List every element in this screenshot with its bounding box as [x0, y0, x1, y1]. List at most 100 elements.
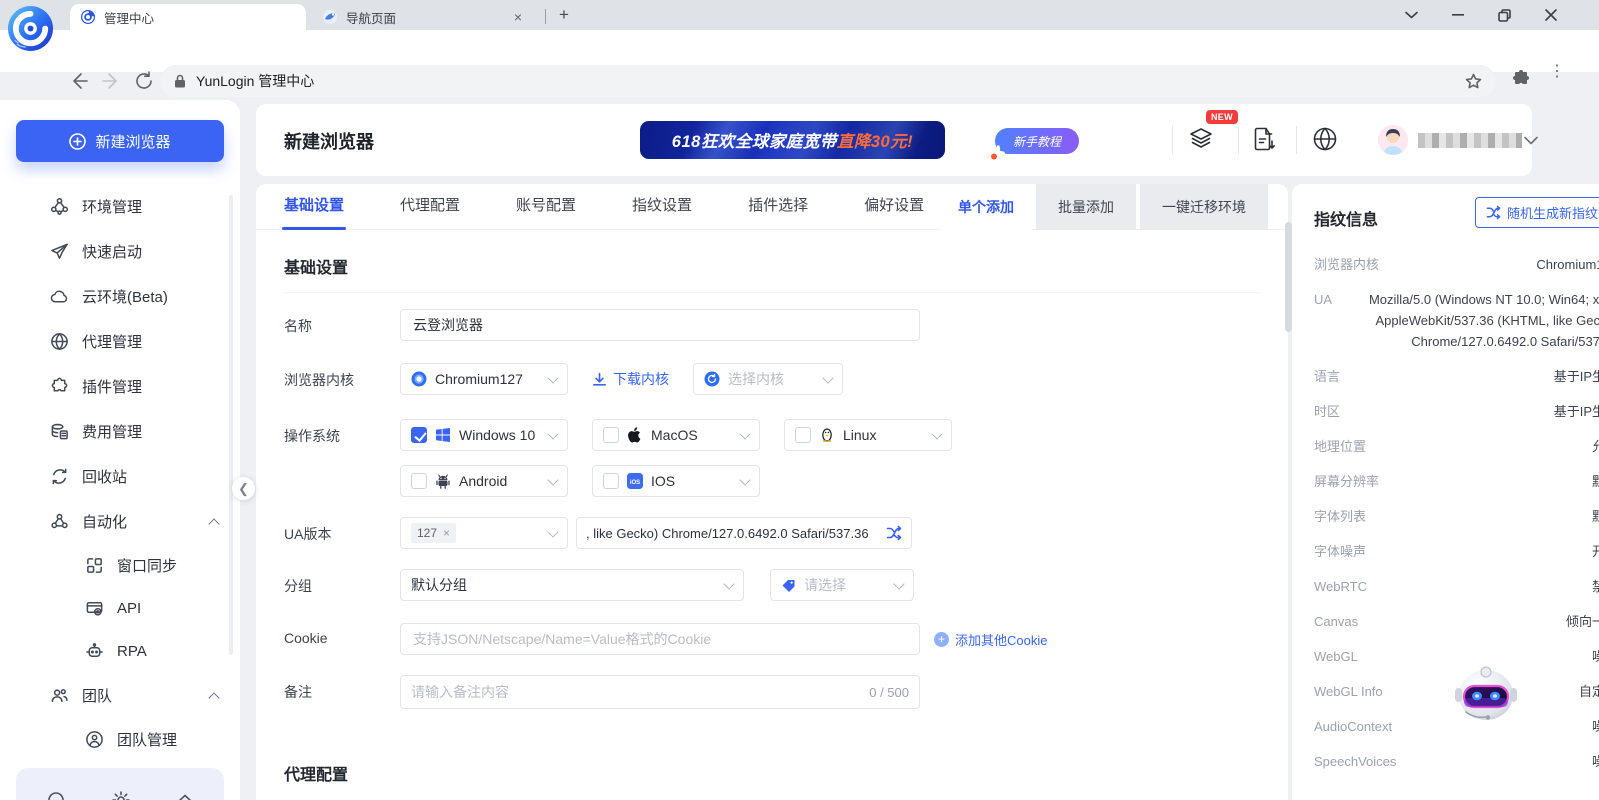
- chevron-down-icon: [822, 372, 833, 383]
- chevron-down-icon: [893, 578, 904, 589]
- ua-string-field[interactable]: , like Gecko) Chrome/127.0.6492.0 Safari…: [576, 517, 912, 549]
- sidebar-collapse-handle[interactable]: ❮: [232, 477, 255, 500]
- restore-button[interactable]: [1481, 0, 1527, 30]
- name-input[interactable]: [400, 309, 920, 341]
- checkbox[interactable]: [603, 473, 619, 489]
- sidebar-item-environment[interactable]: 环境管理: [0, 184, 240, 229]
- batch-add-button[interactable]: 批量添加: [1036, 184, 1136, 230]
- browser-tab-inactive[interactable]: 导航页面 ×: [312, 4, 536, 30]
- cookie-input[interactable]: [400, 623, 920, 655]
- chevron-down-icon: [547, 428, 558, 439]
- minimize-button[interactable]: [1435, 0, 1481, 30]
- sidebar-scrollbar[interactable]: [229, 195, 233, 655]
- choose-kernel-select[interactable]: 选择内核: [693, 363, 843, 395]
- browser-tab-active[interactable]: 管理中心: [70, 4, 306, 30]
- single-add-button[interactable]: 单个添加: [940, 184, 1032, 230]
- fp-row-speechvoices: SpeechVoices噪声: [1314, 751, 1599, 772]
- reload-icon[interactable]: [133, 70, 155, 92]
- new-badge: NEW: [1206, 110, 1238, 124]
- group-select[interactable]: 默认分组: [400, 569, 744, 601]
- fingerprint-panel: 指纹信息 随机生成新指纹 浏览器内核Chromium127 UA Mozilla…: [1292, 184, 1599, 800]
- sidebar-item-quick-launch[interactable]: 快速启动: [0, 229, 240, 274]
- tab-title: 管理中心: [104, 8, 296, 27]
- chevron-down-icon: [723, 578, 734, 589]
- fp-row-webrtc: WebRTC禁用: [1314, 576, 1599, 597]
- sidebar-item-window-sync[interactable]: 窗口同步: [0, 544, 240, 587]
- tag-select[interactable]: 请选择: [770, 569, 914, 601]
- download-kernel-link[interactable]: 下载内核: [592, 369, 669, 389]
- migrate-env-button[interactable]: 一键迁移环境: [1140, 184, 1268, 230]
- member-icon: [85, 730, 104, 749]
- menu-kebab-icon[interactable]: ⋮: [1549, 68, 1565, 76]
- sidebar-item-cloud-env[interactable]: 云环境(Beta): [0, 274, 240, 319]
- checkbox[interactable]: [411, 473, 427, 489]
- tab-fingerprint-settings[interactable]: 指纹设置: [632, 184, 692, 230]
- promo-banner[interactable]: 618狂欢全球家庭宽带直降30元!: [640, 121, 945, 159]
- tab-basic-settings[interactable]: 基础设置: [284, 184, 344, 230]
- os-linux-select[interactable]: Linux: [784, 419, 952, 451]
- sidebar-item-team-management[interactable]: 团队管理: [0, 718, 240, 761]
- forward-icon[interactable]: [100, 70, 122, 92]
- ua-version-multiselect[interactable]: 127×: [400, 517, 568, 549]
- remark-input[interactable]: 请输入备注内容 0 / 500: [400, 675, 920, 709]
- assistant-robot-mascot[interactable]: [1452, 660, 1520, 728]
- main-scrollbar-thumb[interactable]: [1285, 222, 1292, 332]
- tab-proxy-config[interactable]: 代理配置: [400, 184, 460, 230]
- tab-preferences[interactable]: 偏好设置: [864, 184, 924, 230]
- chevron-up-icon[interactable]: [176, 790, 194, 800]
- language-globe-icon[interactable]: [1312, 126, 1338, 152]
- gear-icon[interactable]: [111, 790, 131, 800]
- new-browser-button[interactable]: 新建浏览器: [16, 120, 224, 162]
- checkbox-checked[interactable]: [411, 427, 427, 443]
- os-windows-select[interactable]: Windows 10: [400, 419, 568, 451]
- extensions-puzzle-icon[interactable]: [1512, 70, 1530, 88]
- add-cookie-link[interactable]: + 添加其他Cookie: [934, 630, 1047, 649]
- chevron-down-icon[interactable]: [1524, 136, 1538, 145]
- sidebar-item-api[interactable]: API: [0, 587, 240, 630]
- tab-plugin-select[interactable]: 插件选择: [748, 184, 808, 230]
- checkbox[interactable]: [603, 427, 619, 443]
- layers-icon[interactable]: [1188, 126, 1214, 152]
- paper-plane-icon: [50, 242, 69, 261]
- bookmark-star-icon[interactable]: [1465, 73, 1482, 90]
- sidebar-item-proxy[interactable]: 代理管理: [0, 319, 240, 364]
- checkbox[interactable]: [795, 427, 811, 443]
- sidebar-item-billing[interactable]: 费用管理: [0, 409, 240, 454]
- apple-icon: [627, 427, 643, 443]
- os-macos-select[interactable]: MacOS: [592, 419, 760, 451]
- sidebar-item-automation[interactable]: 自动化: [0, 499, 240, 544]
- sidebar-item-rpa[interactable]: RPA: [0, 630, 240, 673]
- fp-row-resolution: 屏幕分辨率默认: [1314, 471, 1599, 492]
- window-sync-icon: [85, 556, 104, 575]
- os-android-select[interactable]: Android: [400, 465, 568, 497]
- chevron-up-icon[interactable]: [208, 518, 219, 529]
- shuffle-icon[interactable]: [880, 525, 902, 541]
- tab-account-config[interactable]: 账号配置: [516, 184, 576, 230]
- fp-row-font-noise: 字体噪声开启: [1314, 541, 1599, 562]
- kernel-select[interactable]: Chromium127: [400, 363, 568, 395]
- close-tab-icon[interactable]: ×: [510, 9, 526, 25]
- robot-icon: [85, 642, 104, 661]
- android-icon: [435, 473, 451, 489]
- user-avatar[interactable]: [1378, 125, 1408, 155]
- fp-row-kernel: 浏览器内核Chromium127: [1314, 254, 1599, 275]
- close-window-button[interactable]: [1528, 0, 1574, 30]
- chevron-up-icon[interactable]: [208, 692, 219, 703]
- sidebar-item-recycle-bin[interactable]: 回收站: [0, 454, 240, 499]
- import-export-icon[interactable]: [1252, 126, 1277, 152]
- puzzle-icon: [50, 377, 69, 396]
- address-bar[interactable]: YunLogin 管理中心: [160, 65, 1496, 97]
- os-ios-select[interactable]: iOS IOS: [592, 465, 760, 497]
- chevron-down-icon[interactable]: [1388, 0, 1434, 30]
- group-row: 分组 默认分组 请选择: [284, 569, 1288, 601]
- headset-icon[interactable]: [46, 790, 66, 800]
- remove-tag-icon[interactable]: ×: [443, 526, 450, 540]
- new-tab-button[interactable]: +: [556, 7, 572, 23]
- back-icon[interactable]: [68, 70, 90, 92]
- generate-fingerprint-button[interactable]: 随机生成新指纹: [1475, 197, 1599, 228]
- sidebar-item-team[interactable]: 团队: [0, 673, 240, 718]
- ua-version-tag: 127×: [411, 523, 456, 543]
- sidebar-item-plugins[interactable]: 插件管理: [0, 364, 240, 409]
- coins-icon: [50, 422, 69, 441]
- tutorial-button[interactable]: 新手教程: [995, 128, 1079, 154]
